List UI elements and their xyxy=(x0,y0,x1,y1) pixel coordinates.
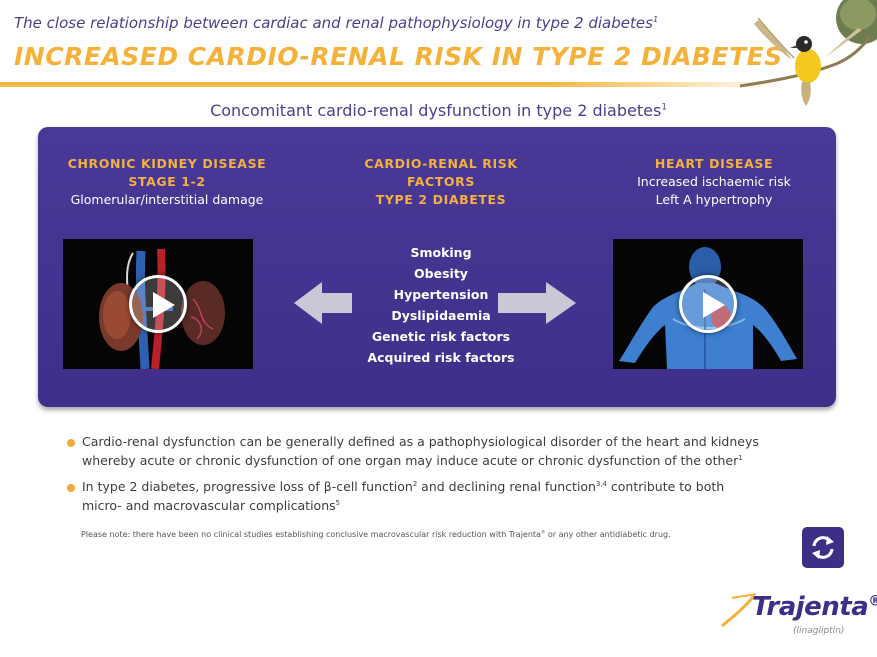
kidney-video[interactable] xyxy=(63,239,253,369)
title-underline xyxy=(0,82,790,87)
disclaimer-note: Please note: there have been no clinical… xyxy=(81,530,671,539)
risk-factor-item: Hypertension xyxy=(393,287,489,302)
section-heading: Concomitant cardio-renal dysfunction in … xyxy=(210,101,667,120)
kidney-disease-heading: CHRONIC KIDNEY DISEASE STAGE 1-2 Glomeru… xyxy=(56,155,278,209)
refresh-icon xyxy=(812,536,834,559)
logo-wordmark: Trajenta® xyxy=(752,592,877,622)
kidney-play-icon[interactable] xyxy=(129,275,187,333)
heart-disease-title: HEART DISEASE xyxy=(654,156,774,171)
risk-factor-list: Smoking Obesity Hypertension Dyslipidaem… xyxy=(360,242,522,368)
refresh-button[interactable] xyxy=(802,527,844,568)
logo-subtext: (linagliptin) xyxy=(793,626,845,636)
bullet-dot-icon xyxy=(67,484,75,492)
left-arrow-icon xyxy=(294,282,352,324)
heart-disease-heading: HEART DISEASE Increased ischaemic risk L… xyxy=(603,155,825,209)
page-title: INCREASED CARDIO-RENAL RISK IN TYPE 2 DI… xyxy=(14,42,783,71)
bullet-item: Cardio-renal dysfunction can be generall… xyxy=(66,433,766,470)
risk-factor-item: Dyslipidaemia xyxy=(391,308,491,323)
risk-factor-item: Acquired risk factors xyxy=(367,350,515,365)
kidney-disease-stage: STAGE 1-2 xyxy=(128,174,206,189)
risk-factors-title: CARDIO-RENAL RISK FACTORS xyxy=(364,156,518,189)
risk-factor-item: Genetic risk factors xyxy=(371,329,511,344)
kidney-disease-title: CHRONIC KIDNEY DISEASE xyxy=(67,156,267,171)
risk-factor-item: Obesity xyxy=(414,266,468,281)
heart-video[interactable] xyxy=(613,239,803,369)
bullet-item: In type 2 diabetes, progressive loss of … xyxy=(66,478,766,515)
risk-factors-heading: CARDIO-RENAL RISK FACTORS TYPE 2 DIABETE… xyxy=(330,155,552,209)
kidney-disease-detail: Glomerular/interstitial damage xyxy=(70,192,264,207)
heart-disease-detail-1: Increased ischaemic risk xyxy=(637,174,791,189)
bullet-dot-icon xyxy=(67,439,75,447)
subtitle: The close relationship between cardiac a… xyxy=(14,14,659,32)
heart-disease-detail-2: Left A hypertrophy xyxy=(655,192,773,207)
bullet-list: Cardio-renal dysfunction can be generall… xyxy=(66,433,766,523)
bird-illustration xyxy=(740,0,877,106)
heart-play-icon[interactable] xyxy=(679,275,737,333)
risk-factors-subtitle: TYPE 2 DIABETES xyxy=(375,192,507,207)
risk-factor-item: Smoking xyxy=(410,245,472,260)
